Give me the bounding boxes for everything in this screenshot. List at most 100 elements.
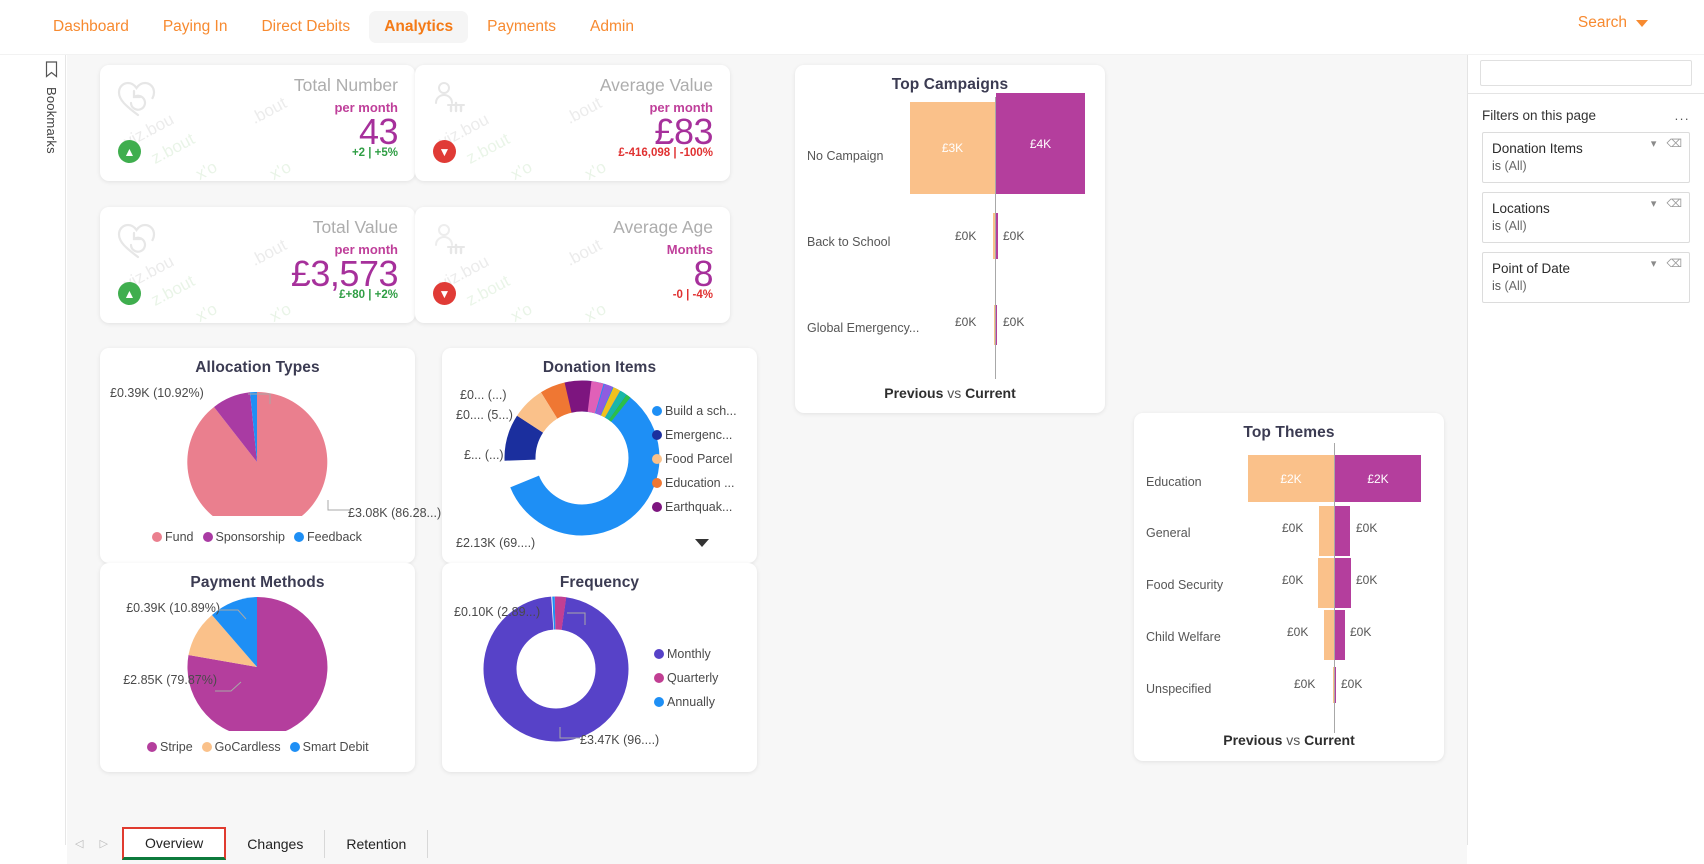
- bar-current[interactable]: £4K: [996, 93, 1085, 194]
- bookmark-icon: [45, 61, 58, 78]
- legend-item[interactable]: Food Parcel: [652, 452, 737, 466]
- bar-previous[interactable]: [994, 305, 995, 345]
- chart-card-donation-items[interactable]: Donation Items £0... (...) £0.... (5...)…: [442, 348, 757, 563]
- chart-title: Payment Methods: [190, 574, 325, 591]
- trend-up-badge: ▲: [118, 282, 141, 305]
- slice-label-fund: £3.08K (86.28...): [348, 506, 442, 520]
- legend-swatch-icon: [652, 502, 662, 512]
- bar-previous[interactable]: [1324, 610, 1334, 660]
- bar-previous[interactable]: £3K: [910, 102, 995, 194]
- leader-line: [559, 727, 580, 739]
- filter-card-locations[interactable]: Locations is (All) ▾ ⌫: [1482, 192, 1690, 243]
- legend-swatch-icon: [147, 742, 157, 752]
- legend-item[interactable]: Education ...: [652, 476, 737, 490]
- chart-card-top-themes[interactable]: Top Themes Education £2K £2K General £0K…: [1134, 413, 1444, 761]
- bar-current[interactable]: [996, 305, 997, 345]
- filter-card-point-of-date[interactable]: Point of Date is (All) ▾ ⌫: [1482, 252, 1690, 303]
- bar-previous[interactable]: [1319, 506, 1334, 556]
- legend-label: Food Parcel: [665, 452, 733, 466]
- next-page-arrow-icon[interactable]: ▷: [99, 837, 107, 850]
- clear-filter-icon[interactable]: ⌫: [1666, 199, 1682, 210]
- search-dropdown[interactable]: Search: [1578, 14, 1648, 32]
- nav-item-analytics[interactable]: Analytics: [369, 11, 469, 43]
- legend-item[interactable]: Feedback: [294, 530, 362, 544]
- legend-swatch-icon: [654, 649, 664, 659]
- nav-item-payments[interactable]: Payments: [472, 11, 571, 43]
- bar-previous[interactable]: £2K: [1248, 455, 1334, 502]
- prev-page-arrow-icon[interactable]: ◁: [75, 837, 83, 850]
- chevron-down-icon[interactable]: ▾: [1651, 199, 1657, 210]
- bar-current[interactable]: [1335, 667, 1336, 703]
- legend-item[interactable]: Annually: [654, 695, 718, 709]
- legend-item[interactable]: Stripe: [147, 740, 193, 754]
- bar-value-label: £0K: [1294, 677, 1316, 691]
- bar-previous[interactable]: [1333, 667, 1334, 703]
- bar-current[interactable]: [1335, 610, 1345, 660]
- nav-item-direct-debits[interactable]: Direct Debits: [246, 11, 365, 43]
- filters-pane: Filters on this page ... Donation Items …: [1467, 55, 1704, 845]
- kpi-card-total-value[interactable]: viz.bou z.bout .bout x'o x'o Total Value…: [100, 207, 415, 323]
- legend-donation-items: Build a sch... Emergenc... Food Parcel E…: [652, 404, 737, 514]
- chevron-down-icon[interactable]: ▾: [1651, 259, 1657, 270]
- kpi-delta: £-416,098 | -100%: [618, 147, 713, 159]
- legend-swatch-icon: [654, 697, 664, 707]
- chevron-down-icon: [1636, 19, 1648, 27]
- slice-label-1: £2.13K (69....): [456, 536, 536, 550]
- chart-title: Donation Items: [542, 359, 657, 376]
- report-canvas: viz.bou z.bout .bout x'o x'o Total Numbe…: [67, 55, 1467, 845]
- chart-card-top-campaigns[interactable]: Top Campaigns No Campaign £3K £4K Back t…: [795, 65, 1105, 413]
- clear-filter-icon[interactable]: ⌫: [1666, 259, 1682, 270]
- legend-item[interactable]: Quarterly: [654, 671, 718, 685]
- legend-swatch-icon: [201, 742, 212, 752]
- legend-label: Annually: [667, 695, 715, 709]
- chart-card-frequency[interactable]: Frequency £0.10K (2.89...) £3.47K (96...…: [442, 563, 757, 772]
- chevron-down-icon[interactable]: ▾: [1651, 139, 1657, 150]
- bar-current[interactable]: £2K: [1335, 455, 1421, 502]
- bar-previous[interactable]: [1318, 558, 1334, 608]
- bar-previous[interactable]: [993, 213, 995, 259]
- kpi-label: Average Value: [599, 75, 713, 95]
- bar-current[interactable]: [996, 213, 998, 259]
- bar-current[interactable]: [1335, 506, 1350, 556]
- page-tab-changes[interactable]: Changes: [226, 829, 326, 858]
- page-tab-retention[interactable]: Retention: [325, 829, 429, 858]
- legend-item[interactable]: Emergenc...: [652, 428, 737, 442]
- chart-card-allocation-types[interactable]: Allocation Types £0.39K (10.92%) £3.08K …: [100, 348, 441, 563]
- kpi-card-average-age[interactable]: viz.bou z.bout .bout x'o x'o Average Age…: [415, 207, 730, 323]
- legend-label: Smart Debit: [302, 740, 369, 754]
- legend-item[interactable]: Build a sch...: [652, 404, 737, 418]
- legend-item[interactable]: Sponsorship: [202, 530, 285, 544]
- trend-down-badge: ▼: [433, 282, 456, 305]
- nav-item-admin[interactable]: Admin: [575, 11, 649, 43]
- bookmarks-rail[interactable]: Bookmarks: [38, 55, 66, 845]
- filter-card-donation-items[interactable]: Donation Items is (All) ▾ ⌫: [1482, 132, 1690, 183]
- legend-item[interactable]: Earthquak...: [652, 500, 737, 514]
- chart-card-payment-methods[interactable]: Payment Methods £0.39K (10.89%) £2.85K (…: [100, 563, 415, 772]
- search-label: Search: [1577, 14, 1627, 31]
- legend-item[interactable]: Fund: [152, 530, 194, 544]
- bar-value-label: £0K: [955, 229, 977, 243]
- kpi-card-total-number[interactable]: viz.bou z.bout .bout x'o x'o Total Numbe…: [100, 65, 415, 181]
- category-label: Food Security: [1146, 578, 1224, 592]
- filter-search-box[interactable]: [1480, 60, 1692, 86]
- person-bars-icon: [431, 79, 473, 124]
- filters-more-options-icon[interactable]: ...: [1675, 108, 1690, 123]
- legend-item[interactable]: Monthly: [654, 647, 718, 661]
- filter-card-icons: ▾ ⌫: [1651, 259, 1682, 270]
- legend-item[interactable]: Smart Debit: [289, 740, 369, 754]
- category-label: Back to School: [807, 235, 891, 249]
- nav-item-paying-in[interactable]: Paying In: [148, 11, 243, 43]
- heart-refresh-icon: [116, 79, 160, 124]
- page-tab-overview[interactable]: Overview: [121, 827, 227, 860]
- legend-item[interactable]: GoCardless: [201, 740, 281, 754]
- heart-refresh-icon: [116, 221, 160, 266]
- footer-vs: vs: [947, 385, 962, 401]
- legend-allocation-types: Fund Sponsorship Feedback: [152, 530, 371, 544]
- nav-item-dashboard[interactable]: Dashboard: [38, 11, 144, 43]
- footer-current: Current: [1304, 732, 1355, 748]
- slice-label-4: £0... (...): [460, 388, 507, 402]
- kpi-card-average-value[interactable]: viz.bou z.bout .bout x'o x'o Average Val…: [415, 65, 730, 181]
- legend-scroll-down-icon[interactable]: [695, 539, 709, 547]
- clear-filter-icon[interactable]: ⌫: [1666, 139, 1682, 150]
- bar-current[interactable]: [1335, 558, 1351, 608]
